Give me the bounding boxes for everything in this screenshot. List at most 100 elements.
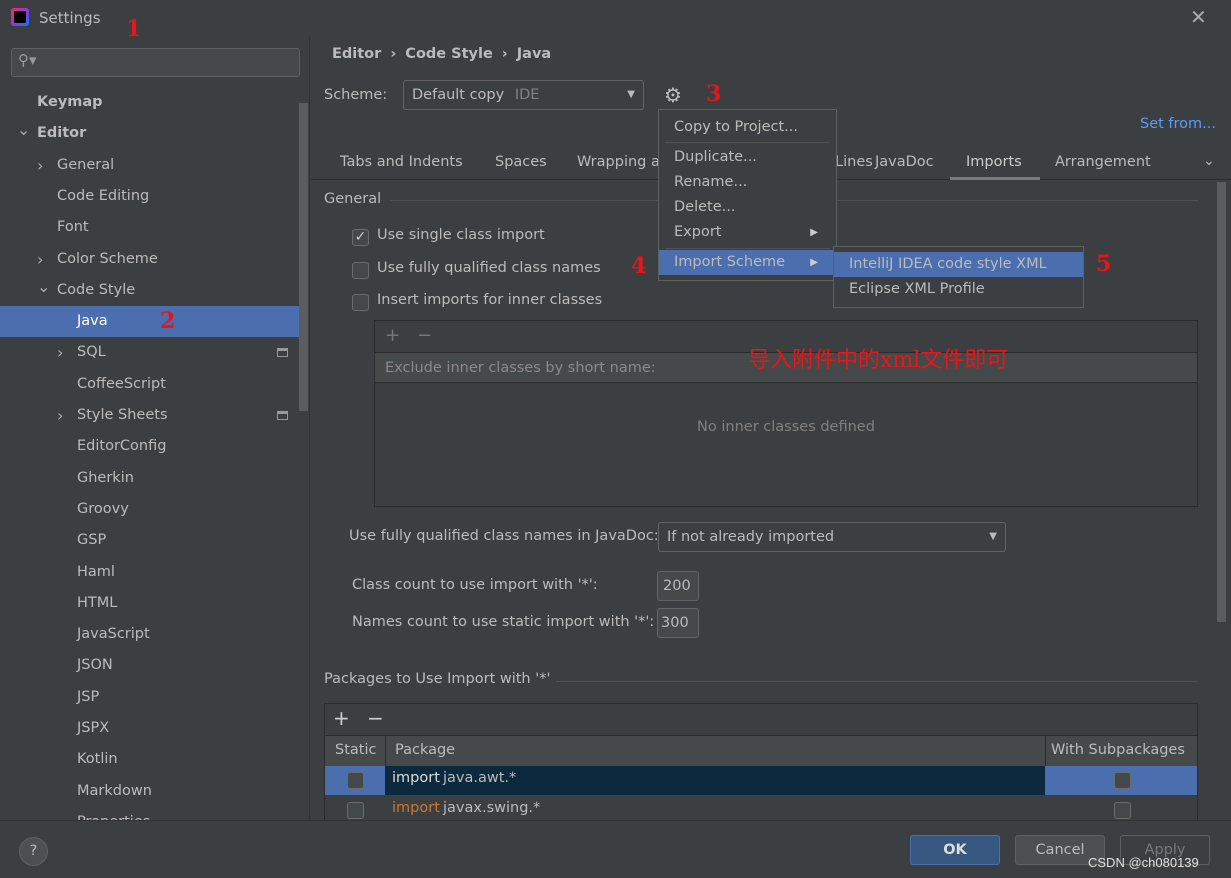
ok-button[interactable]: OK [910, 835, 1000, 865]
tab-spaces[interactable]: Spaces [495, 154, 547, 170]
remove-package-icon[interactable]: − [367, 706, 384, 730]
active-tab-underline [950, 177, 1040, 180]
sidebar-item-coffeescript[interactable]: CoffeeScript [0, 369, 308, 400]
chevron-down-icon[interactable]: ⌄ [17, 114, 30, 145]
sidebar-scrollbar[interactable] [299, 103, 308, 411]
tab-imports[interactable]: Imports [966, 154, 1022, 170]
annotation-note: 导入附件中的xml文件即可 [748, 348, 1009, 373]
set-from-link[interactable]: Set from... [1140, 116, 1216, 132]
tab-javadoc[interactable]: JavaDoc [875, 154, 934, 170]
sidebar-item-haml[interactable]: Haml [0, 557, 308, 588]
sidebar-item-label: Java [77, 313, 108, 330]
gear-icon[interactable]: ⚙ [664, 83, 682, 107]
checkbox[interactable]: ✓ [352, 229, 369, 246]
add-icon[interactable]: + [385, 325, 400, 346]
subpackages-checkbox[interactable] [1114, 802, 1131, 819]
sidebar-item-kotlin[interactable]: Kotlin [0, 744, 308, 775]
sidebar-item-sql[interactable]: › SQL [0, 337, 308, 368]
search-icon: ⚲▾ [18, 51, 37, 69]
chevron-right-icon[interactable]: › [57, 400, 63, 431]
names-count-label: Names count to use static import with '*… [352, 614, 655, 630]
column-subpackages[interactable]: With Subpackages [1051, 742, 1185, 758]
sidebar-item-label: JSP [77, 688, 100, 705]
import-scheme-submenu: IntelliJ IDEA code style XML Eclipse XML … [833, 246, 1084, 308]
breadcrumb-item[interactable]: Editor [332, 46, 381, 62]
sidebar-item-editor[interactable]: ⌄ Editor [0, 118, 308, 149]
sidebar-item-font[interactable]: Font [0, 212, 308, 243]
annotation-4: 4 [631, 253, 647, 279]
close-icon[interactable]: ✕ [1190, 5, 1207, 29]
menu-item-delete[interactable]: Delete... [659, 195, 836, 220]
static-checkbox[interactable] [347, 802, 364, 819]
sidebar-item-label: HTML [77, 594, 118, 611]
sidebar-item-html[interactable]: HTML [0, 588, 308, 619]
add-package-icon[interactable]: + [333, 706, 350, 730]
sidebar-item-jspx[interactable]: JSPX [0, 713, 308, 744]
table-row[interactable]: import javax.swing.* [325, 796, 1197, 820]
menu-item-label: Duplicate... [674, 149, 757, 165]
sidebar-item-editorconfig[interactable]: EditorConfig [0, 431, 308, 462]
menu-item-label: Delete... [674, 199, 736, 215]
sidebar-item-code-style[interactable]: ⌄ Code Style [0, 275, 308, 306]
sidebar-item-label: General [57, 156, 115, 173]
help-button[interactable]: ? [19, 837, 48, 866]
sidebar-item-style-sheets[interactable]: › Style Sheets [0, 400, 308, 431]
tab-arrangement[interactable]: Arrangement [1055, 154, 1151, 170]
sidebar-item-label: GSP [77, 532, 107, 549]
checkbox[interactable] [352, 261, 369, 279]
sidebar-item-java[interactable]: Java [0, 306, 308, 338]
class-count-label: Class count to use import with '*': [352, 577, 598, 593]
checkbox[interactable] [352, 294, 369, 311]
sidebar-item-label: Editor [37, 125, 87, 142]
sidebar-item-json[interactable]: JSON [0, 650, 308, 681]
submenu-item[interactable]: Eclipse XML Profile [834, 277, 1083, 302]
sidebar-item-gsp[interactable]: GSP [0, 525, 308, 556]
subpackages-checkbox[interactable] [1114, 772, 1131, 789]
menu-item-duplicate[interactable]: Duplicate... [659, 145, 836, 170]
breadcrumb: Editor › Code Style › Java [332, 46, 552, 62]
breadcrumb-item[interactable]: Code Style [405, 46, 493, 62]
search-input[interactable]: ⚲▾ [11, 48, 300, 77]
general-section-title: General [324, 191, 382, 207]
sidebar-item-general[interactable]: › General [0, 150, 308, 181]
menu-item-export[interactable]: Export ▶ [659, 220, 836, 245]
annotation-2: 2 [160, 308, 176, 334]
remove-icon[interactable]: − [417, 325, 432, 346]
submenu-item[interactable]: IntelliJ IDEA code style XML [834, 252, 1083, 277]
sidebar-item-jsp[interactable]: JSP [0, 682, 308, 713]
content-scrollbar[interactable] [1217, 182, 1226, 622]
scheme-dropdown[interactable]: Default copy IDE ▼ [403, 80, 644, 110]
table-row[interactable]: import java.awt.* [325, 766, 1197, 795]
option-label: Use single class import [377, 227, 545, 243]
menu-item-copy-to-project[interactable]: Copy to Project... [659, 115, 836, 140]
static-checkbox[interactable] [347, 772, 364, 789]
chevron-right-icon[interactable]: › [37, 150, 43, 181]
chevron-down-icon: ▼ [627, 89, 635, 100]
option-label: Use fully qualified class names [377, 259, 601, 276]
class-count-input[interactable]: 200 [657, 571, 699, 601]
chevron-down-icon[interactable]: ⌄ [37, 271, 50, 302]
javadoc-dropdown[interactable]: If not already imported ▼ [658, 522, 1006, 552]
project-scope-icon [277, 348, 288, 358]
chevron-right-icon[interactable]: › [57, 337, 63, 368]
column-static[interactable]: Static [335, 742, 376, 758]
sidebar-item-gherkin[interactable]: Gherkin [0, 463, 308, 494]
sidebar-item-groovy[interactable]: Groovy [0, 494, 308, 525]
tab-tabs-and-indents[interactable]: Tabs and Indents [340, 154, 463, 170]
package-name: javax.swing.* [443, 800, 541, 816]
sidebar-item-properties[interactable]: Properties [0, 807, 308, 820]
breadcrumb-item: Java [516, 46, 552, 62]
menu-item-label: Export [674, 224, 722, 240]
sidebar-item-javascript[interactable]: JavaScript [0, 619, 308, 650]
menu-item-import-scheme[interactable]: Import Scheme ▶ [659, 250, 836, 275]
sidebar-item-markdown[interactable]: Markdown [0, 776, 308, 807]
sidebar-item-code-editing[interactable]: Code Editing [0, 181, 308, 212]
names-count-input[interactable]: 300 [657, 608, 699, 638]
sidebar-item-label: Properties [77, 807, 150, 820]
chevron-down-icon[interactable]: ⌄ [1203, 153, 1215, 169]
sidebar-item-label: JSPX [77, 720, 110, 736]
scheme-label: Scheme: [324, 87, 388, 103]
column-package[interactable]: Package [395, 742, 455, 758]
menu-item-rename[interactable]: Rename... [659, 170, 836, 195]
sidebar-item-keymap[interactable]: Keymap [0, 87, 308, 118]
